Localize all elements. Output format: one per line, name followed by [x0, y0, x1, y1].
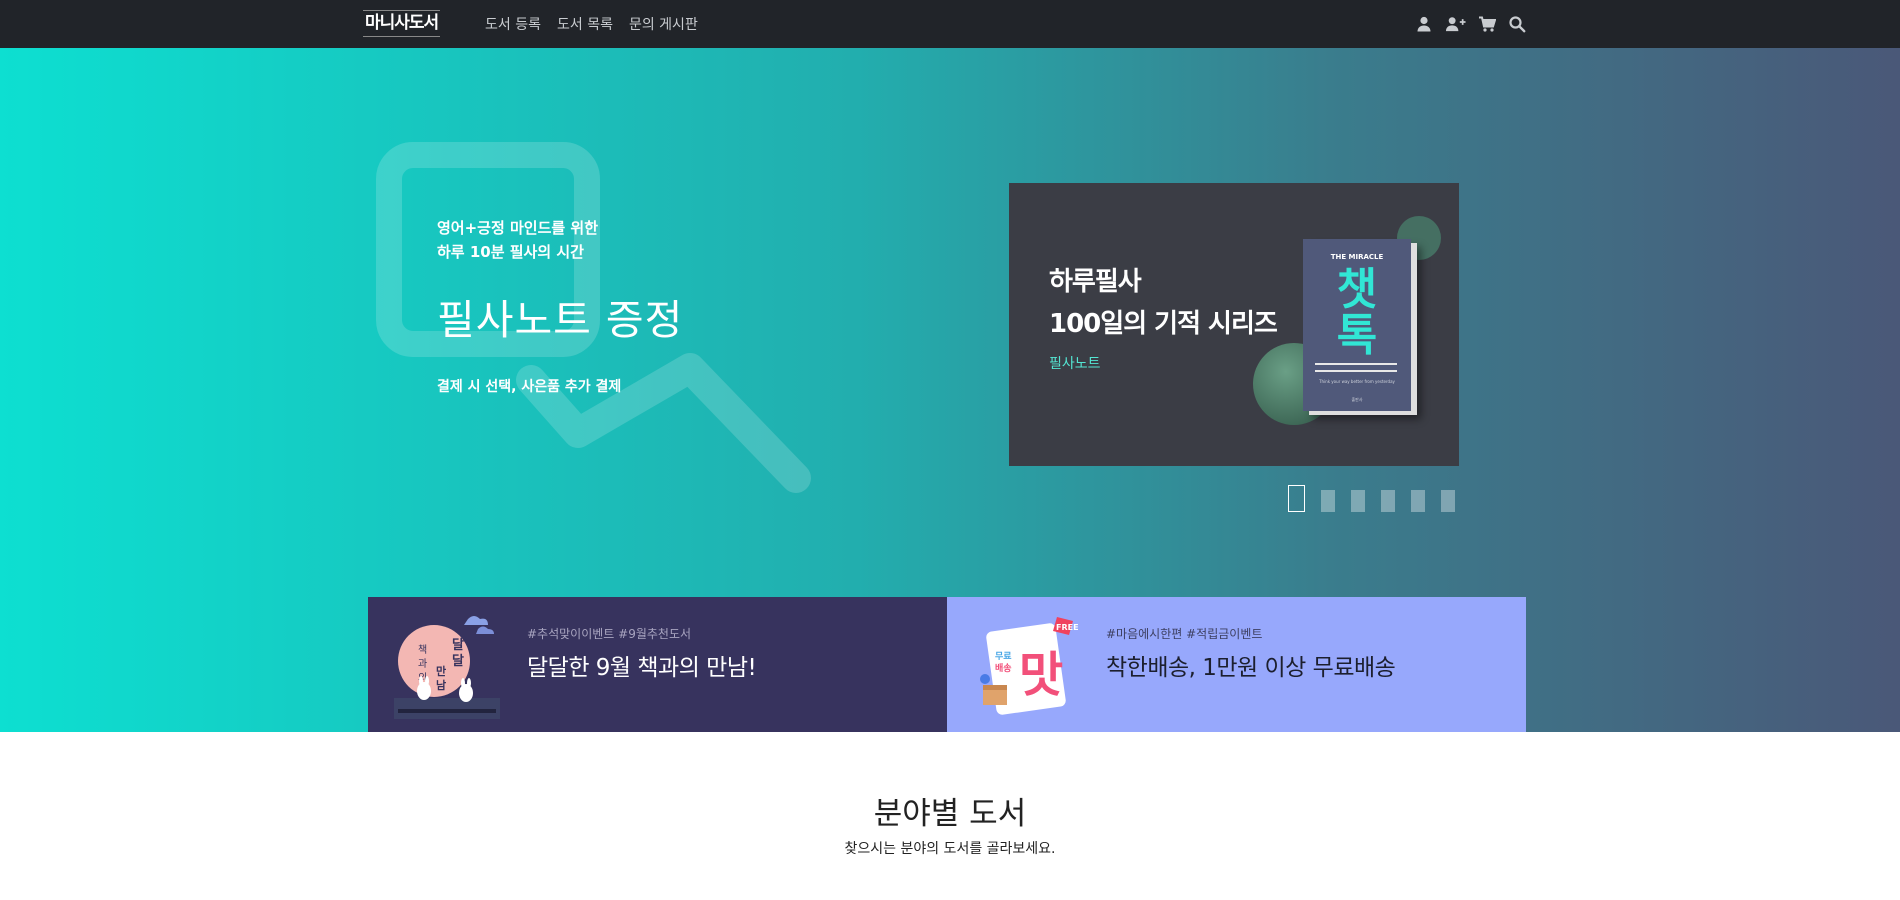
hero-subtitle: 영어+긍정 마인드를 위한 하루 10분 필사의 시간 — [437, 216, 683, 264]
svg-text:달: 달 — [452, 654, 464, 669]
promo-title: 달달한 9월 책과의 만남! — [527, 655, 757, 681]
section-subtitle: 찾으시는 분야의 도서를 골라보세요. — [844, 841, 1056, 857]
user-icon[interactable] — [1415, 15, 1433, 33]
carousel-indicator-6[interactable] — [1441, 490, 1455, 512]
slide-headline-line1: 하루필사 — [1049, 267, 1142, 297]
nav-icon-group — [1415, 0, 1526, 48]
book-series-label: THE MIRACLE — [1330, 253, 1384, 261]
search-icon[interactable] — [1508, 15, 1526, 33]
svg-text:과: 과 — [418, 658, 427, 670]
promo-tags: #추석맞이이벤트 #9월추천도서 — [527, 627, 692, 641]
carousel-indicator-3[interactable] — [1351, 490, 1365, 512]
carousel-indicator-5[interactable] — [1411, 490, 1425, 512]
nav-inquiry-board[interactable]: 문의 게시판 — [629, 14, 698, 34]
promo-banner-september[interactable]: 달 달 책 과 의 만 남 #추석맞이이벤트 #9월추천도서 달달한 9월 책과… — [368, 597, 947, 732]
svg-text:배송: 배송 — [995, 662, 1012, 674]
hero-subtitle-line1: 영어+긍정 마인드를 위한 — [437, 219, 599, 237]
hero-title: 필사노트 증정 — [437, 296, 684, 344]
free-shipping-thumbnail: FREE 맛 무료 배송 — [973, 613, 1079, 719]
carousel-indicator-1[interactable] — [1288, 485, 1305, 512]
section-title: 분야별 도서 — [873, 796, 1027, 832]
book-title: 챗톡 — [1336, 264, 1378, 361]
top-navbar: 마니사도서 도서 등록 도서 목록 문의 게시판 — [0, 0, 1900, 48]
svg-text:책: 책 — [418, 644, 427, 656]
site-logo[interactable]: 마니사도서 — [363, 10, 441, 37]
slide-tag: 필사노트 — [1049, 356, 1101, 372]
book-publisher: 출판사 — [1351, 397, 1363, 402]
book-rule-line — [1315, 363, 1397, 365]
hero-text-block: 영어+긍정 마인드를 위한 하루 10분 필사의 시간 필사노트 증정 결제 시… — [437, 216, 683, 396]
cart-icon[interactable] — [1478, 15, 1496, 33]
book-rule-line — [1315, 370, 1397, 372]
slide-headline: 하루필사 100일의 기적 시리즈 — [1049, 261, 1278, 345]
book-subtitle: Think your way better from yesterday — [1319, 379, 1395, 384]
moon-rabbit-thumbnail: 달 달 책 과 의 만 남 — [394, 613, 500, 719]
nav-book-list[interactable]: 도서 목록 — [557, 14, 613, 34]
carousel-indicator-2[interactable] — [1321, 490, 1335, 512]
hero-subtitle-line2: 하루 10분 필사의 시간 — [437, 243, 584, 261]
svg-text:무료: 무료 — [995, 651, 1012, 662]
svg-text:만: 만 — [436, 664, 446, 678]
main-nav: 도서 등록 도서 목록 문의 게시판 — [485, 0, 698, 48]
carousel-indicators — [1288, 485, 1455, 512]
promo-tags: #마음에시한편 #적립금이벤트 — [1106, 627, 1263, 641]
hero-note: 결제 시 선택, 사은품 추가 결제 — [437, 379, 622, 395]
carousel-indicator-4[interactable] — [1381, 490, 1395, 512]
svg-text:맛: 맛 — [1019, 647, 1063, 703]
slide-headline-line2: 100일의 기적 시리즈 — [1049, 309, 1278, 339]
svg-text:달: 달 — [452, 638, 464, 653]
svg-text:남: 남 — [436, 679, 446, 692]
promo-banner-free-shipping[interactable]: FREE 맛 무료 배송 #마음에시한편 #적립금이벤트 착한배송, 1만원 이… — [947, 597, 1526, 732]
promo-title: 착한배송, 1만원 이상 무료배송 — [1106, 655, 1396, 681]
svg-text:FREE: FREE — [1056, 623, 1079, 632]
nav-book-register[interactable]: 도서 등록 — [485, 14, 541, 34]
user-plus-icon[interactable] — [1445, 15, 1466, 33]
book-cover-image: THE MIRACLE 챗톡 Think your way better fro… — [1303, 239, 1411, 411]
carousel-slide[interactable]: 하루필사 100일의 기적 시리즈 필사노트 THE MIRACLE 챗톡 Th… — [1009, 183, 1459, 466]
